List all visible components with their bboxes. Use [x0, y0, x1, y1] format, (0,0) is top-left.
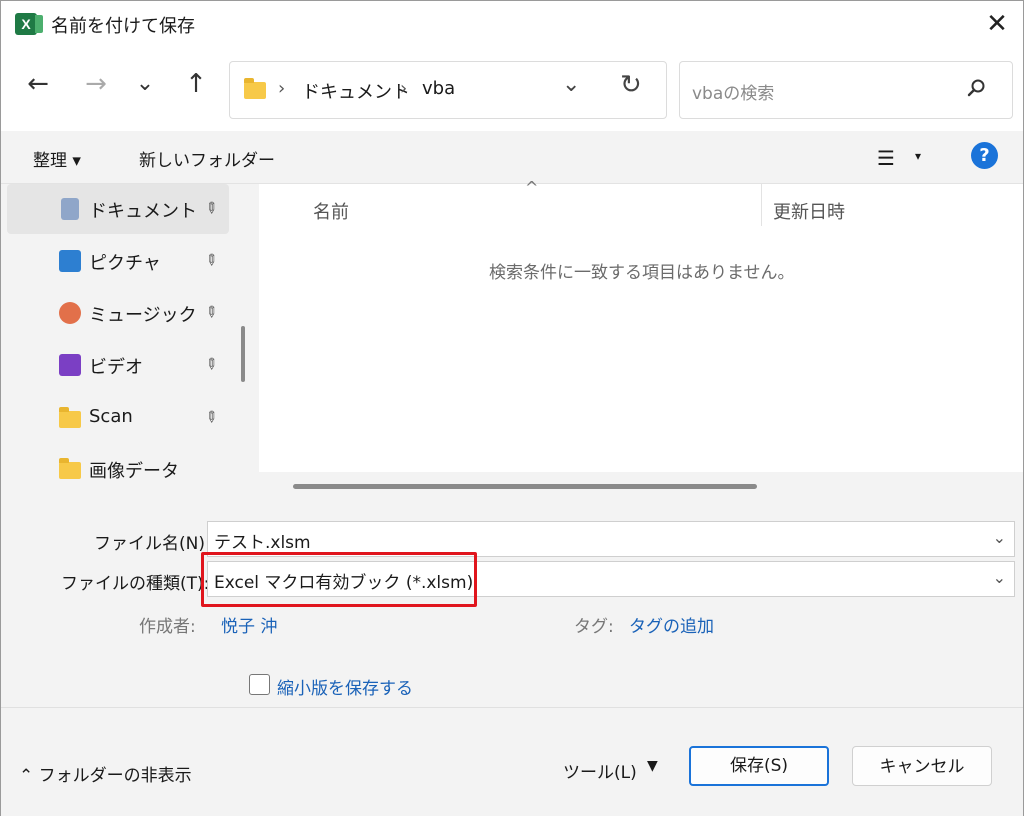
search-box[interactable]: vbaの検索: [679, 61, 1013, 119]
breadcrumb-documents[interactable]: ドキュメント: [302, 78, 410, 104]
search-input[interactable]: vbaの検索: [692, 79, 774, 104]
dialog-title: 名前を付けて保存: [51, 16, 195, 37]
refresh-icon[interactable]: ↻: [620, 70, 642, 100]
sidebar-item-scan[interactable]: Scan ✎: [7, 393, 229, 443]
breadcrumb-vba[interactable]: vba: [422, 78, 455, 99]
sidebar-item-label: ミュージック: [89, 305, 197, 326]
empty-message: 検索条件に一致する項目はありません。: [489, 263, 795, 283]
save-button[interactable]: 保存(S): [689, 746, 829, 786]
tag-label: タグ:: [574, 617, 614, 637]
document-icon: [61, 198, 79, 220]
save-as-dialog: X 名前を付けて保存 ✕ ← → ⌄ ↑ › ドキュメント › vba ⌄ ↻ …: [0, 0, 1024, 816]
up-arrow-icon[interactable]: ↑: [181, 69, 211, 99]
view-options-icon[interactable]: ☰: [877, 146, 895, 170]
view-options-caret-icon[interactable]: ▾: [915, 149, 921, 163]
folder-icon: [59, 407, 81, 428]
filename-input[interactable]: テスト.xlsm: [214, 528, 311, 553]
search-icon[interactable]: [966, 78, 986, 98]
back-arrow-icon[interactable]: ←: [23, 69, 53, 99]
pictures-icon: [59, 250, 81, 272]
chevron-down-icon[interactable]: ⌄: [993, 528, 1006, 547]
new-folder-button[interactable]: 新しいフォルダー: [139, 146, 275, 171]
horizontal-scrollbar[interactable]: [293, 484, 757, 489]
sidebar-item-documents[interactable]: ドキュメント ✎: [7, 184, 229, 234]
sidebar-scrollbar[interactable]: [241, 326, 245, 382]
excel-icon: X: [15, 13, 43, 35]
navigation-pane: ドキュメント ✎ ピクチャ ✎ ミュージック ✎ ビデオ ✎ Scan ✎ 画像…: [1, 184, 259, 501]
tools-button[interactable]: ツール(L): [563, 758, 637, 783]
pin-icon: ✎: [200, 197, 223, 219]
add-tag-link[interactable]: タグの追加: [629, 612, 714, 637]
save-thumbnail-label[interactable]: 縮小版を保存する: [277, 674, 413, 699]
save-thumbnail-checkbox[interactable]: [249, 674, 270, 695]
pin-icon: ✎: [200, 301, 223, 323]
music-icon: [59, 302, 81, 324]
command-bar: 整理 ▾ 新しいフォルダー ☰ ▾ ?: [1, 131, 1023, 184]
cancel-button[interactable]: キャンセル: [852, 746, 992, 786]
filename-label: ファイル名(N):: [94, 534, 211, 554]
pin-icon: ✎: [200, 353, 223, 375]
filetype-highlight-box: [201, 552, 477, 607]
address-bar[interactable]: › ドキュメント › vba ⌄ ↻: [229, 61, 667, 119]
navigation-bar: ← → ⌄ ↑ › ドキュメント › vba ⌄ ↻ vbaの検索: [1, 47, 1023, 131]
sidebar-item-videos[interactable]: ビデオ ✎: [7, 340, 229, 390]
tools-caret-icon[interactable]: ▼: [647, 758, 658, 774]
sidebar-item-label: ピクチャ: [89, 253, 161, 274]
sort-ascending-icon: ^: [525, 178, 539, 197]
breadcrumb-separator: ›: [400, 78, 408, 99]
address-dropdown-chevron-icon[interactable]: ⌄: [562, 72, 580, 97]
sidebar-item-music[interactable]: ミュージック ✎: [7, 288, 229, 338]
file-list: ^ 名前 更新日時 検索条件に一致する項目はありません。: [259, 178, 1023, 501]
sidebar-item-label: Scan: [89, 406, 133, 427]
sidebar-item-label: ビデオ: [89, 357, 143, 378]
close-icon[interactable]: ✕: [983, 9, 1011, 39]
sidebar-item-pictures[interactable]: ピクチャ ✎: [7, 236, 229, 286]
author-value[interactable]: 悦子 沖: [221, 612, 277, 637]
breadcrumb-separator: ›: [278, 78, 286, 99]
folder-icon: [244, 78, 266, 99]
dialog-footer: ⌃ フォルダーの非表示 ツール(L) ▼ 保存(S) キャンセル: [1, 707, 1023, 816]
hide-folders-button[interactable]: ⌃ フォルダーの非表示: [19, 761, 192, 786]
column-header-modified[interactable]: 更新日時: [773, 198, 845, 224]
chevron-down-icon[interactable]: ⌄: [993, 568, 1006, 587]
sidebar-item-label: ドキュメント: [89, 201, 197, 222]
help-icon[interactable]: ?: [971, 142, 998, 169]
video-icon: [59, 354, 81, 376]
column-header-name[interactable]: 名前: [313, 198, 349, 224]
column-divider[interactable]: [761, 184, 762, 226]
forward-arrow-icon[interactable]: →: [81, 69, 111, 99]
title-bar: X 名前を付けて保存 ✕: [1, 1, 1023, 47]
organize-button[interactable]: 整理 ▾: [33, 146, 81, 171]
folder-icon: [59, 458, 81, 479]
sidebar-item-image-data[interactable]: 画像データ: [7, 444, 229, 494]
pin-icon: ✎: [200, 406, 223, 428]
pin-icon: ✎: [200, 249, 223, 271]
author-label: 作成者:: [139, 617, 196, 637]
sidebar-item-label: 画像データ: [89, 461, 179, 482]
filetype-label: ファイルの種類(T):: [61, 574, 210, 594]
recent-locations-chevron-icon[interactable]: ⌄: [130, 69, 160, 99]
